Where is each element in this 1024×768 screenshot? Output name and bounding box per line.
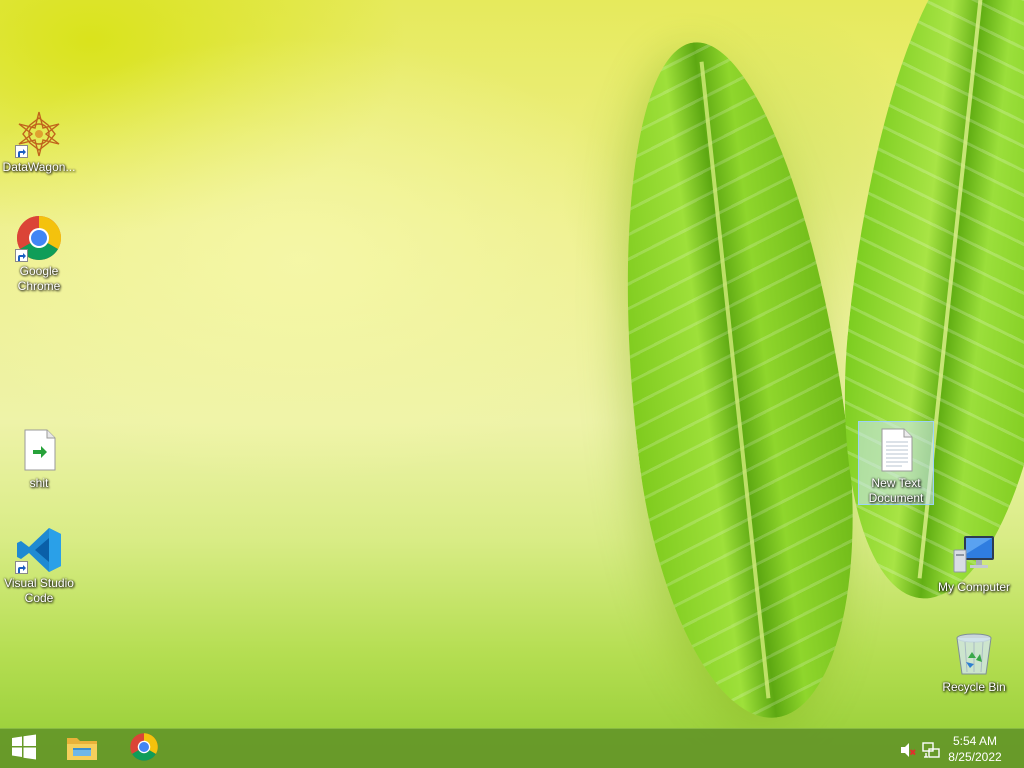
network-icon[interactable] [922, 741, 940, 759]
desktop-icon-new-text-document[interactable]: New Text Document [858, 421, 934, 505]
desktop-icon-label: DataWagon... [2, 160, 76, 174]
desktop-icon-label: Visual Studio Code [4, 576, 74, 605]
taskbar-clock[interactable]: 5:54 AM 8/25/2022 [940, 733, 1010, 765]
desktop[interactable]: DataWagon... Google Chrome shit Visual S… [0, 0, 1024, 768]
shortcut-arrow-icon [15, 145, 28, 158]
shortcut-arrow-icon [15, 561, 28, 574]
clock-date: 8/25/2022 [948, 750, 1002, 764]
desktop-icon-label: Recycle Bin [942, 680, 1006, 694]
desktop-icon-label: shit [29, 476, 49, 490]
desktop-icon-recycle-bin[interactable]: Recycle Bin [936, 630, 1012, 695]
system-tray: 5:54 AM 8/25/2022 [884, 729, 1024, 768]
taskbar-chrome-button[interactable] [116, 729, 172, 768]
shortcut-arrow-icon [15, 249, 28, 262]
text-document-icon [872, 426, 920, 474]
windows-start-icon [11, 734, 37, 765]
vscode-icon [15, 526, 63, 574]
desktop-icon-shit[interactable]: shit [1, 426, 77, 491]
desktop-icon-label: New Text Document [868, 476, 924, 505]
computer-icon [950, 530, 998, 578]
chrome-icon [129, 732, 159, 767]
clock-time: 5:54 AM [952, 734, 998, 748]
script-file-icon [15, 426, 63, 474]
desktop-icon-my-computer[interactable]: My Computer [936, 530, 1012, 595]
desktop-icon-visual-studio-code[interactable]: Visual Studio Code [1, 526, 77, 606]
desktop-icon-label: My Computer [937, 580, 1011, 594]
taskbar: 5:54 AM 8/25/2022 [0, 728, 1024, 768]
chrome-icon [15, 214, 63, 262]
desktop-icon-google-chrome[interactable]: Google Chrome [1, 214, 77, 294]
datawagon-icon [15, 110, 63, 158]
speaker-muted-icon[interactable] [899, 741, 917, 759]
start-button[interactable] [0, 729, 48, 768]
desktop-icon-label: Google Chrome [17, 264, 61, 293]
file-explorer-icon [65, 732, 99, 767]
desktop-icon-datawagon[interactable]: DataWagon... [1, 110, 77, 175]
taskbar-file-explorer-button[interactable] [54, 729, 110, 768]
recycle-bin-icon [950, 630, 998, 678]
